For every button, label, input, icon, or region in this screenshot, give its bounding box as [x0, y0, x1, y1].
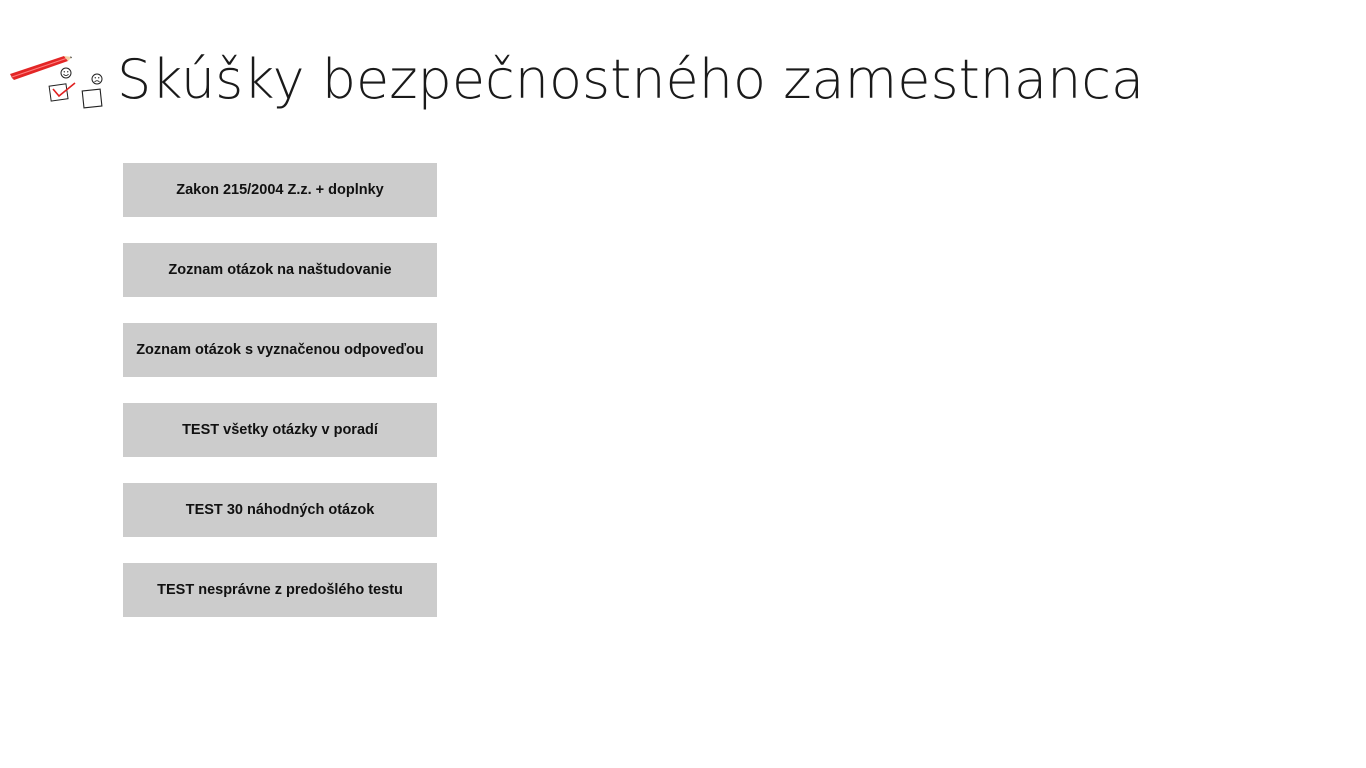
main-menu: Zakon 215/2004 Z.z. + doplnky Zoznam otá… — [123, 163, 437, 643]
test-all-questions-button[interactable]: TEST všetky otázky v poradí — [123, 403, 437, 457]
questions-with-answers-button[interactable]: Zoznam otázok s vyznačenou odpoveďou — [123, 323, 437, 377]
test-30-random-button[interactable]: TEST 30 náhodných otázok — [123, 483, 437, 537]
page-title: Skúšky bezpečnostného zamestnanca — [117, 48, 1145, 111]
test-incorrect-previous-button[interactable]: TEST nesprávne z predošlého testu — [123, 563, 437, 617]
checklist-pencil-icon — [8, 52, 108, 114]
law-215-2004-button[interactable]: Zakon 215/2004 Z.z. + doplnky — [123, 163, 437, 217]
study-questions-button[interactable]: Zoznam otázok na naštudovanie — [123, 243, 437, 297]
app-page: Skúšky bezpečnostného zamestnanca Zakon … — [0, 0, 1366, 768]
